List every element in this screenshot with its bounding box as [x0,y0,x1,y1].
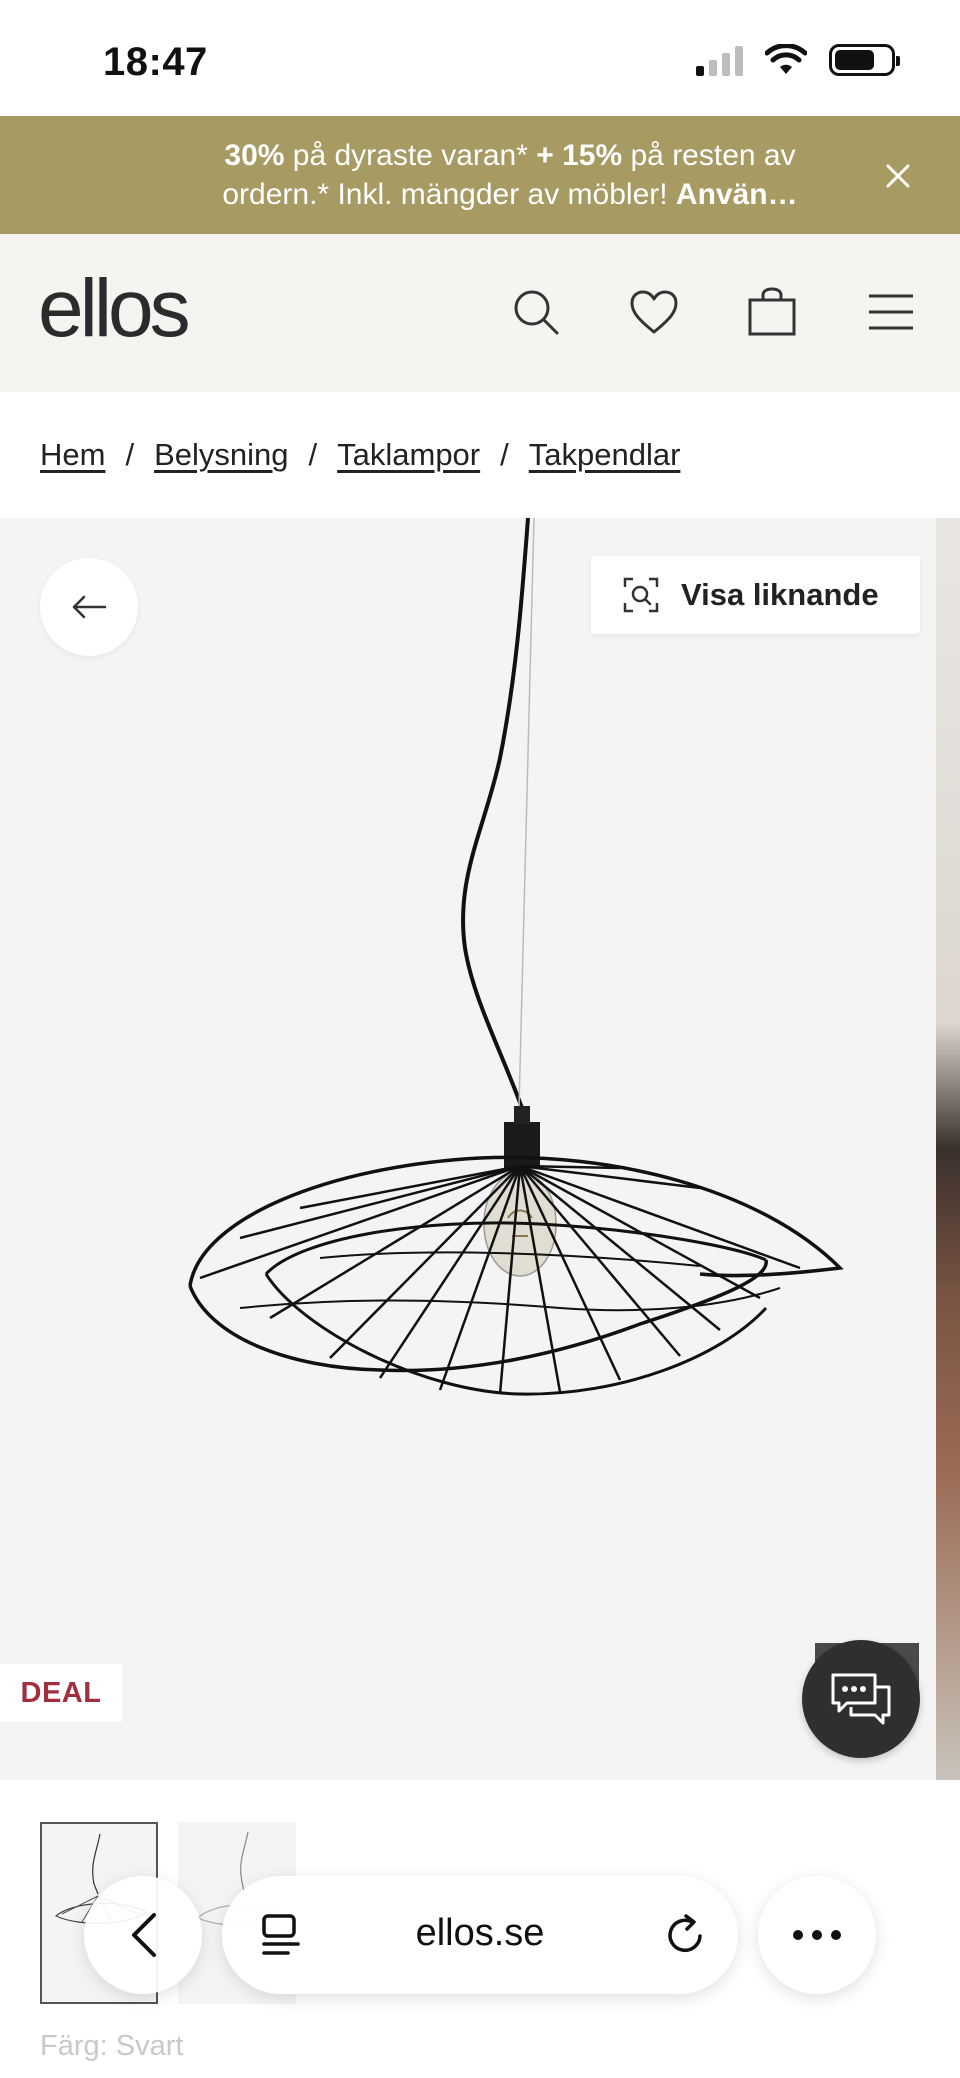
breadcrumb-separator: / [500,437,509,472]
chat-button[interactable] [802,1640,920,1758]
hamburger-menu-icon [869,294,913,330]
cart-button[interactable] [742,282,802,342]
chevron-left-icon [132,1913,156,1957]
ellos-logo[interactable]: ellos [38,262,191,356]
menu-button[interactable] [861,282,921,342]
visa-liknande-label: Visa liknande [681,577,879,612]
shopping-bag-icon [748,287,796,336]
search-button[interactable] [506,282,566,342]
promo-banner[interactable]: 30% på dyraste varan* + 15% på resten av… [0,116,960,234]
back-button[interactable] [40,558,138,656]
product-image[interactable] [0,518,936,1780]
status-bar: 18:47 [0,0,960,116]
browser-back-button[interactable] [84,1876,202,1994]
status-time: 18:47 [103,40,208,84]
breadcrumb: Hem / Belysning / Taklampor / Takpendlar [0,392,960,518]
ellipsis-icon [793,1930,803,1940]
breadcrumb-taklampor[interactable]: Taklampor [337,437,480,473]
wishlist-button[interactable] [624,282,684,342]
url-text: ellos.se [415,1912,545,1954]
cellular-signal-icon [696,44,743,76]
heart-icon [630,290,678,334]
breadcrumb-home[interactable]: Hem [40,437,105,473]
close-icon[interactable] [876,154,920,198]
site-header: ellos [0,234,960,392]
breadcrumb-separator: / [308,437,318,472]
promo-text: 30% på dyraste varan* + 15% på resten av… [222,139,798,211]
breadcrumb-separator: / [125,437,135,472]
visual-search-icon [623,577,659,613]
arrow-left-icon [72,595,107,619]
search-icon [514,290,559,335]
status-icons [696,44,900,76]
chat-bubble-icon [831,1673,891,1725]
deal-badge: DEAL [0,1664,122,1722]
battery-icon [829,44,900,76]
reload-icon[interactable] [662,1912,708,1958]
address-bar[interactable]: ellos.se [222,1876,738,1994]
wifi-icon [765,44,807,74]
breadcrumb-belysning[interactable]: Belysning [154,437,288,473]
color-label: Färg: Svart [40,2030,184,2062]
more-options-button[interactable] [758,1876,876,1994]
breadcrumb-takpendlar[interactable]: Takpendlar [529,437,681,473]
product-gallery[interactable]: Visa liknande DEAL [0,518,960,1780]
next-image-peek[interactable] [936,518,960,1780]
visa-liknande-button[interactable]: Visa liknande [591,556,920,634]
pendant-lamp-illustration [188,518,844,1396]
